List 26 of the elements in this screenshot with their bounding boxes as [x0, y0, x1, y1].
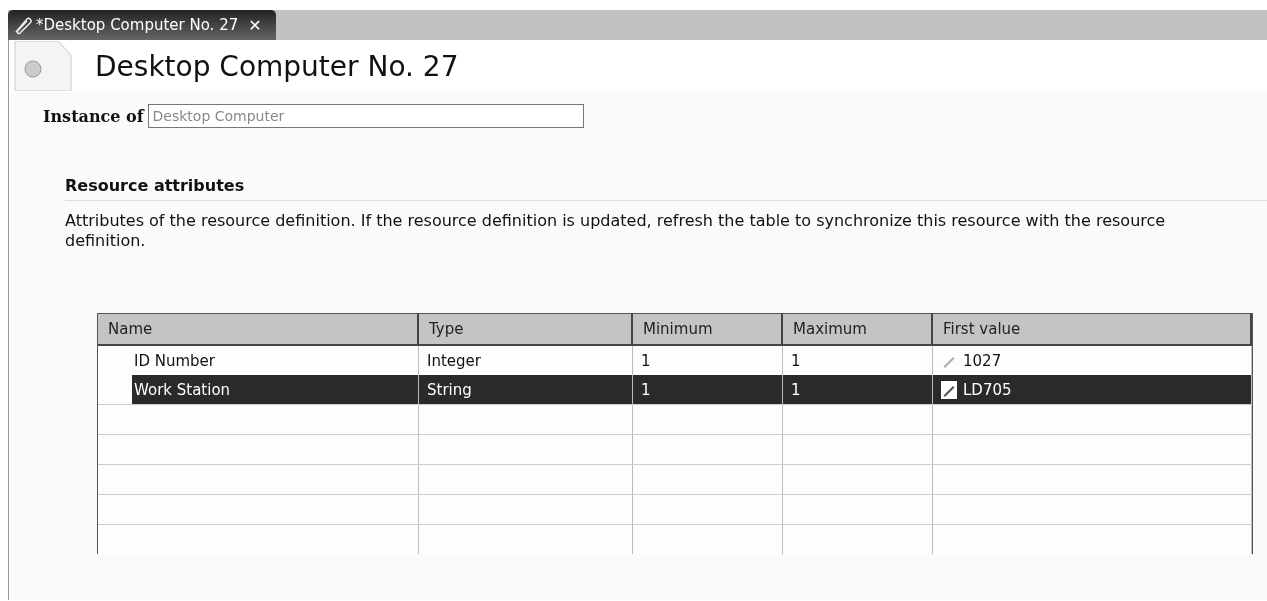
column-header[interactable]: Type [419, 314, 633, 344]
table-cell: 1027 [963, 351, 1002, 370]
column-header[interactable]: Maximum [783, 314, 933, 344]
tab-title: *Desktop Computer No. 27 [36, 16, 239, 34]
section-description: Attributes of the resource definition. If the resource definition is updated, refresh the table to synchronize this resource with the resource definition. [65, 211, 1167, 251]
column-header[interactable]: First value [933, 314, 1252, 344]
column-header[interactable]: Name [98, 314, 419, 344]
table-cell: 1 [641, 380, 651, 399]
close-icon[interactable]: ✕ [248, 15, 262, 35]
table-row[interactable]: Work Station String 1 1 LD705 [98, 375, 1252, 404]
table-cell: Integer [427, 351, 481, 370]
paperclip-icon [12, 15, 32, 35]
input-field[interactable]: Desktop Computer [147, 104, 584, 128]
field-label: Instance of [43, 106, 144, 126]
column-header[interactable]: Minimum [633, 314, 783, 344]
section-title: Resource attributes [65, 176, 1267, 201]
table-cell: ID Number [134, 351, 215, 370]
table-cell: LD705 [963, 380, 1012, 399]
editor-tab[interactable]: *Desktop Computer No. 27 ✕ [8, 10, 276, 40]
table-cell: 1 [791, 380, 801, 399]
table-cell: String [427, 380, 472, 399]
table-cell: 1 [791, 351, 801, 370]
pencil-icon [941, 380, 957, 399]
table-cell: 1 [641, 351, 651, 370]
table-cell: Work Station [134, 380, 231, 399]
page-title: Desktop Computer No. 27 [95, 49, 459, 83]
